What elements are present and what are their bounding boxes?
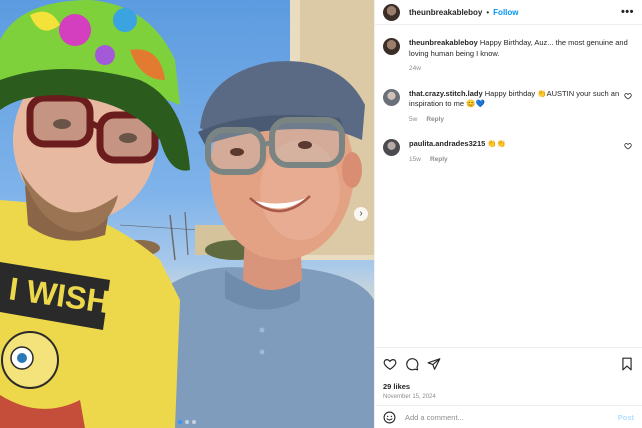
add-comment-bar: Post	[375, 405, 642, 428]
next-arrow-icon[interactable]: ›	[354, 207, 368, 221]
post-date: November 15, 2024	[383, 394, 436, 400]
comment-username[interactable]: paulita.andrades3215	[409, 139, 485, 148]
comment-text: 👏👏	[487, 139, 507, 148]
comment-item: paulita.andrades3215 👏👏 15w Reply	[383, 139, 634, 165]
post-header: theunbreakableboy • Follow •••	[375, 0, 642, 25]
commenter-avatar[interactable]	[383, 139, 400, 156]
follow-button[interactable]: Follow	[493, 8, 518, 17]
caption: theunbreakableboy Happy Birthday, Auz...…	[383, 38, 634, 75]
comment-input[interactable]	[405, 412, 595, 422]
caption-username[interactable]: theunbreakableboy	[409, 38, 478, 47]
save-icon[interactable]	[620, 357, 634, 371]
comment-like-heart-icon[interactable]	[624, 92, 632, 100]
emoji-icon[interactable]	[383, 411, 396, 424]
carousel-dot	[185, 420, 189, 424]
heart-icon[interactable]	[383, 357, 397, 371]
carousel-dot	[192, 420, 196, 424]
owner-username[interactable]: theunbreakableboy	[409, 8, 482, 17]
carousel-dots	[178, 420, 196, 424]
reply-button[interactable]: Reply	[430, 155, 448, 166]
comment-item: that.crazy.stitch.lady Happy birthday 👏A…	[383, 88, 634, 126]
comment-age: 15w	[409, 155, 421, 163]
post-photo[interactable]: I WISH ›	[0, 0, 374, 428]
comment-username[interactable]: that.crazy.stitch.lady	[409, 89, 483, 98]
comment-age: 5w	[409, 115, 418, 123]
post-actions: 29 likes November 15, 2024	[375, 347, 642, 405]
header-separator: •	[486, 7, 490, 17]
post-comment-button[interactable]: Post	[618, 413, 634, 422]
next-arrow-glyph: ›	[359, 208, 363, 219]
share-icon[interactable]	[427, 357, 441, 371]
caption-age: 24w	[409, 65, 421, 72]
owner-avatar[interactable]	[383, 3, 400, 21]
reply-button[interactable]: Reply	[426, 115, 444, 126]
comment-like-heart-icon[interactable]	[624, 142, 632, 150]
comments-list[interactable]: theunbreakableboy Happy Birthday, Auz...…	[375, 25, 642, 347]
post-side-panel: theunbreakableboy • Follow ••• theunbrea…	[374, 0, 642, 428]
commenter-avatar[interactable]	[383, 88, 400, 106]
caption-avatar[interactable]	[383, 38, 400, 55]
comment-icon[interactable]	[405, 357, 419, 371]
more-icon[interactable]: •••	[621, 6, 634, 18]
selfie-image: I WISH	[0, 0, 374, 428]
likes-count[interactable]: 29 likes	[383, 382, 634, 391]
carousel-dot	[178, 420, 182, 424]
